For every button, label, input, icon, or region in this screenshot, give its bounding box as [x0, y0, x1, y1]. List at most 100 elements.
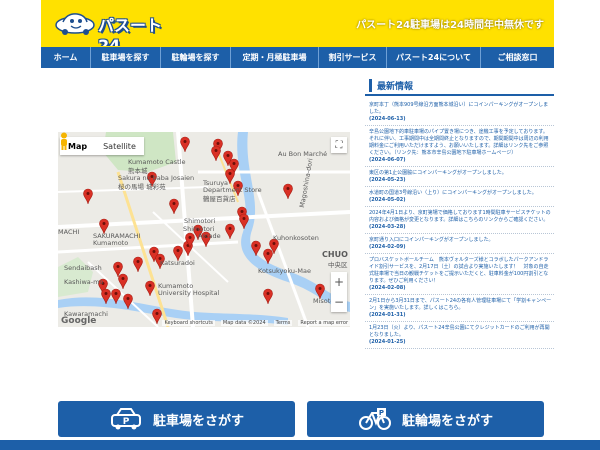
parking-map[interactable]: Kumamoto Castle 熊本城 Sakura no baba Josai…: [58, 132, 350, 327]
zoom-control: + −: [331, 272, 347, 312]
keyboard-shortcuts-link[interactable]: Keyboard shortcuts: [162, 319, 215, 326]
car-icon: [55, 13, 95, 35]
pin-dot: [126, 297, 130, 300]
map-type-satellite-button[interactable]: Satellite: [95, 137, 144, 155]
map-footer: Keyboard shortcuts Map data ©2024 Terms …: [58, 318, 350, 327]
pin-dot: [272, 242, 276, 245]
map-label: 鶴屋百貨店: [203, 195, 236, 203]
find-bike-parking-label: 駐輪場をさがす: [401, 413, 493, 429]
footer-band: [0, 440, 600, 450]
nav-item[interactable]: 定期・月極駐車場: [231, 47, 319, 68]
news-item-text[interactable]: 水道町の国道3号線沿い（上り）にコインパーキングがオープンしました。: [369, 190, 552, 197]
news-item-text[interactable]: 2月1日から3月31日まで、パスート24の各有人管理駐車場にて「学割キャンペーン…: [369, 298, 552, 312]
news-item[interactable]: 2月1日から3月31日まで、パスート24の各有人管理駐車場にて「学割キャンペーン…: [365, 298, 554, 322]
report-error-link[interactable]: Report a map error: [298, 319, 350, 326]
pin-dot: [226, 154, 230, 157]
map-label: 中央区: [328, 261, 348, 269]
zoom-in-button[interactable]: +: [331, 272, 347, 292]
find-parking-label: 駐車場をさがす: [152, 413, 244, 429]
pin-dot: [266, 292, 270, 295]
news-item-date: (2024-02-09): [369, 244, 406, 250]
map-label: MACHI: [58, 228, 80, 236]
nav-item[interactable]: 割引サービス: [319, 47, 387, 68]
nav-item[interactable]: 駐輪場を探す: [161, 47, 231, 68]
pin-dot: [266, 252, 270, 255]
news-item[interactable]: プロバスケットボールチーム 熊本ヴォルターズ様とコラボしたパークアンドライド割引…: [365, 257, 554, 295]
map-label: CHUO: [322, 250, 348, 259]
news-item[interactable]: 京町通り入口にコインパーキングがオープンしました。 (2024-02-09): [365, 237, 554, 254]
pegman-icon[interactable]: [58, 132, 70, 150]
pin-dot: [228, 227, 232, 230]
map-label: Katsuradoi: [160, 259, 195, 267]
news-item-text[interactable]: 京町通り入口にコインパーキングがオープンしました。: [369, 237, 552, 244]
pin-dot: [242, 217, 246, 220]
pin-dot: [188, 236, 192, 239]
news-item-date: (2024-01-25): [369, 339, 406, 345]
news-header: 最新情報: [365, 76, 554, 96]
main-nav: ホーム 駐車場を探す 駐輪場を探す 定期・月極駐車場 割引サービス パスート24についてご…: [41, 46, 554, 68]
pin-dot: [240, 210, 244, 213]
news-item-text[interactable]: 東区の第1止公園脇にコインパーキングがオープンしました。: [369, 170, 552, 177]
news-item-text[interactable]: 京町本丁（熊本909号線沿方面熊本城沿い）にコインパーキングがオープンしました。: [369, 102, 552, 116]
nav-item[interactable]: ホーム: [41, 47, 91, 68]
news-title-accent: [369, 78, 372, 92]
pin-dot: [254, 244, 258, 247]
map-label: Shimotori: [184, 217, 216, 225]
news-item-text[interactable]: プロバスケットボールチーム 熊本ヴォルターズ様とコラボしたパークアンドライド割引…: [369, 257, 552, 285]
parking-car-icon: P: [110, 408, 141, 430]
pin-dot: [114, 292, 118, 295]
site-header: パスート24 パスート24駐車場は24時間年中無休です: [41, 0, 554, 55]
pin-dot: [86, 192, 90, 195]
pin-dot: [183, 140, 187, 143]
find-parking-button[interactable]: P 駐車場をさがす: [58, 401, 295, 437]
header-tagline: パスート24駐車場は24時間年中無休です: [356, 20, 544, 31]
news-item-date: (2024-06-13): [369, 116, 406, 122]
map-label: Sendaibash: [64, 264, 102, 272]
news-item-date: (2024-03-28): [369, 224, 406, 230]
news-item-date: (2024-06-07): [369, 157, 406, 163]
pin-dot: [214, 149, 218, 152]
map-label: Arcade: [198, 232, 221, 240]
news-item-text[interactable]: 辛島公園地下的車駐車場のパイプ置き場につき、途機工事を予定しております。それに伴…: [369, 129, 552, 157]
pin-dot: [104, 292, 108, 295]
news-item[interactable]: 辛島公園地下的車駐車場のパイプ置き場につき、途機工事を予定しております。それに伴…: [365, 129, 554, 167]
map-label: Kuhonkosoten: [273, 234, 319, 242]
pin-dot: [148, 284, 152, 287]
news-item[interactable]: 1月23日（火）より、パスート24辛島公園にてクレジットカードのご利用が再開とな…: [365, 325, 554, 349]
pin-dot: [286, 187, 290, 190]
map-label: University Hospital: [158, 289, 220, 297]
pin-dot: [102, 222, 106, 225]
pin-dot: [121, 277, 125, 280]
news-item-date: (2024-05-23): [369, 177, 406, 183]
pin-dot: [116, 265, 120, 268]
fullscreen-icon[interactable]: ⛶: [331, 137, 347, 153]
find-bike-parking-button[interactable]: P 駐輪場をさがす: [307, 401, 544, 437]
news-item[interactable]: 2024年4月1日より、京町第場で価格しております1時間駐車サービスチケットの内…: [365, 210, 554, 234]
map-data-text: Map data ©2024: [220, 319, 268, 326]
map-label: Kotsukyoku-Mae: [258, 267, 311, 275]
zoom-out-button[interactable]: −: [331, 292, 347, 312]
news-item-date: (2024-02-08): [369, 285, 406, 291]
news-title: 最新情報: [377, 81, 414, 92]
pin-dot: [216, 142, 220, 145]
map-label: Au Bon Marché: [278, 150, 328, 158]
pin-dot: [176, 249, 180, 252]
terms-link[interactable]: Terms: [273, 319, 293, 326]
news-item[interactable]: 水道町の国道3号線沿い（上り）にコインパーキングがオープンしました。 (2024-…: [365, 190, 554, 207]
nav-item[interactable]: パスート24について: [387, 47, 481, 68]
news-list: 京町本丁（熊本909号線沿方面熊本城沿い）にコインパーキングがオープンしました。…: [365, 102, 554, 352]
pin-dot: [155, 312, 159, 315]
bicycle-icon: P: [358, 408, 391, 430]
site-logo[interactable]: パスート24: [53, 10, 163, 55]
pin-dot: [228, 172, 232, 175]
news-item[interactable]: 東区の第1止公園脇にコインパーキングがオープンしました。 (2024-05-23): [365, 170, 554, 187]
news-item[interactable]: 京町本丁（熊本909号線沿方面熊本城沿い）にコインパーキングがオープンしました。…: [365, 102, 554, 126]
pin-dot: [232, 162, 236, 165]
map-label: Kashiwa-mo: [64, 278, 104, 286]
nav-item[interactable]: ご相談窓口: [481, 47, 554, 68]
map-label: 桜の馬場 城彩苑: [118, 183, 166, 191]
pin-dot: [136, 260, 140, 263]
news-item-text[interactable]: 1月23日（火）より、パスート24辛島公園にてクレジットカードのご利用が再開とな…: [369, 325, 552, 339]
news-item-text[interactable]: 2024年4月1日より、京町第場で価格しております1時間駐車サービスチケットの内…: [369, 210, 552, 224]
nav-item[interactable]: 駐車場を探す: [91, 47, 161, 68]
